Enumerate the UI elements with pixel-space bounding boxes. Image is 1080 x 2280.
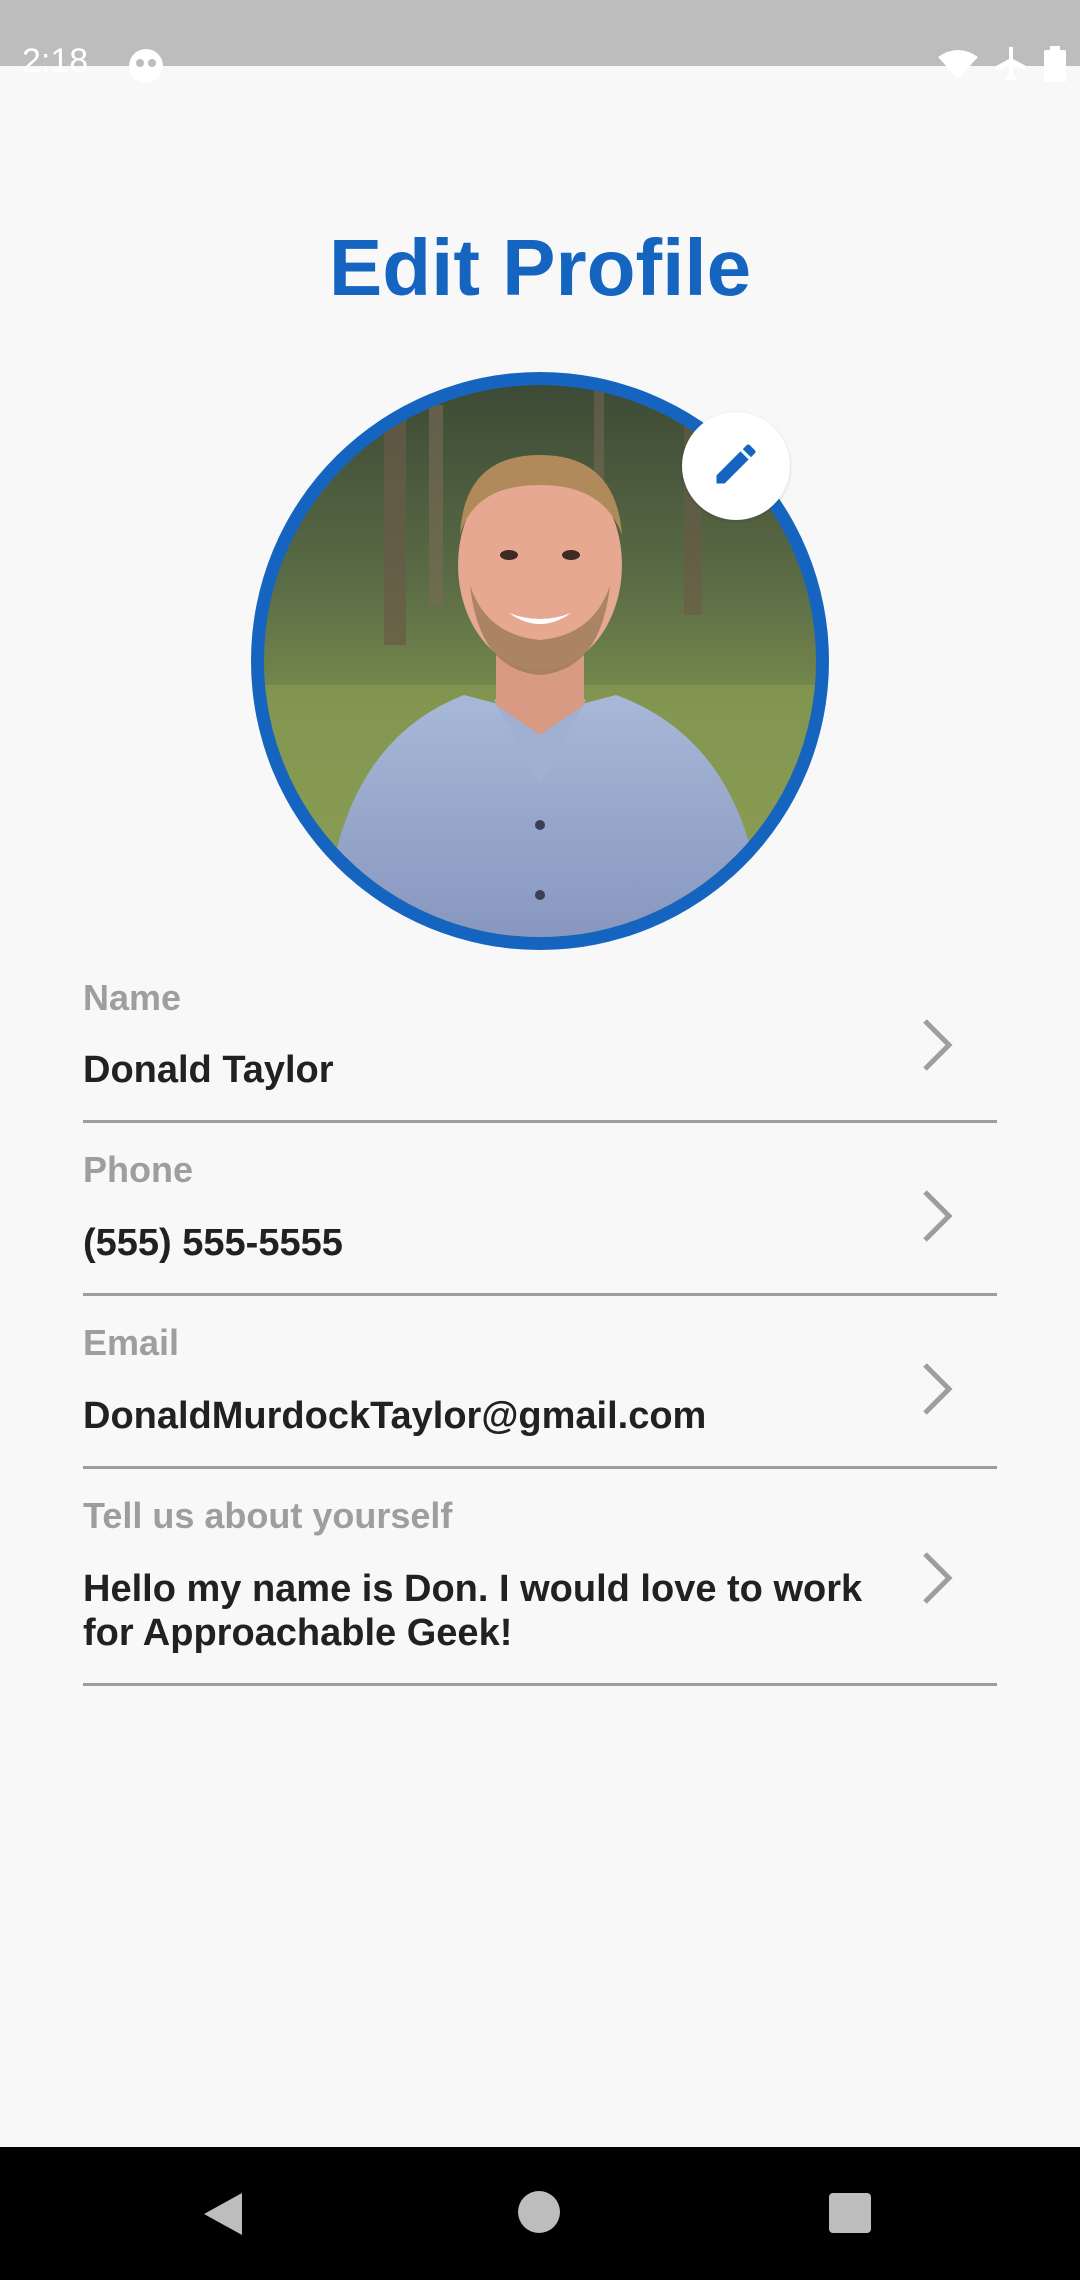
wifi-icon [938,49,978,84]
status-bar: 2:18 [0,0,1080,83]
email-value: DonaldMurdockTaylor@gmail.com [83,1395,707,1437]
chevron-right-icon [917,1186,957,1246]
about-label: Tell us about yourself [83,1495,453,1536]
status-time: 2:18 [22,42,89,80]
phone-label: Phone [83,1149,194,1190]
home-icon[interactable] [518,2191,560,2233]
email-label: Email [83,1322,180,1363]
chevron-right-icon [917,1015,957,1075]
name-label: Name [83,977,182,1018]
email-field[interactable]: Email DonaldMurdockTaylor@gmail.com [83,1296,997,1469]
chevron-right-icon [917,1548,957,1608]
phone-value: (555) 555-5555 [83,1222,343,1264]
name-field[interactable]: Name Donald Taylor [83,975,997,1123]
back-icon[interactable] [200,2191,244,2242]
about-field[interactable]: Tell us about yourself Hello my name is … [83,1469,997,1686]
name-value: Donald Taylor [83,1049,334,1091]
system-nav-bar [0,2147,1080,2280]
about-value: Hello my name is Don. I would love to wo… [83,1568,863,1654]
airplane-mode-icon [996,47,1026,86]
edit-photo-button[interactable] [682,412,790,520]
phone-field[interactable]: Phone (555) 555-5555 [83,1123,997,1296]
chevron-right-icon [917,1359,957,1419]
battery-icon [1044,46,1066,87]
pencil-icon [710,438,762,495]
page-title: Edit Profile [328,223,752,312]
app-notification-icon [128,48,164,89]
recents-icon[interactable] [829,2193,871,2233]
